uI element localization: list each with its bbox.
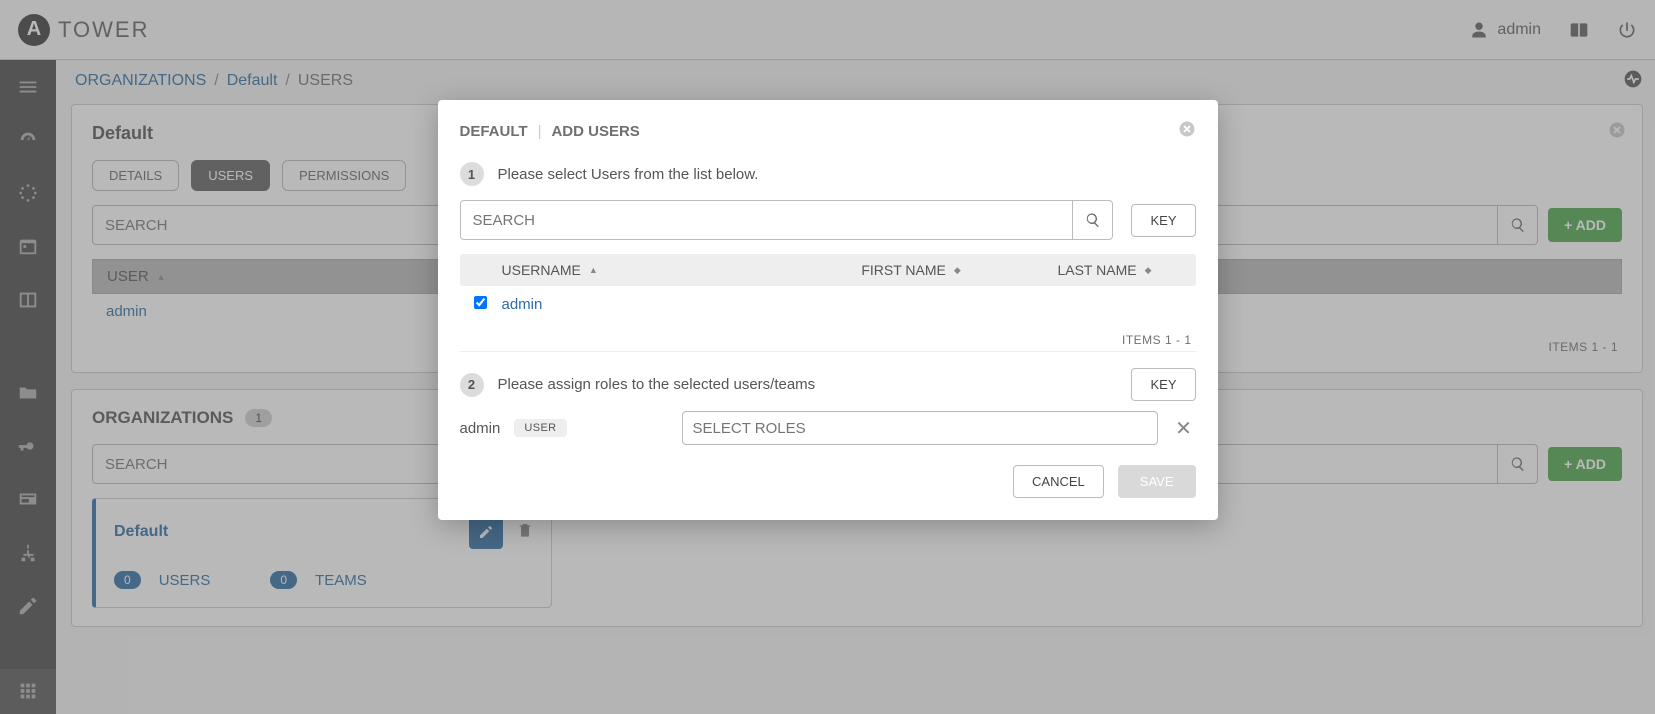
search-icon[interactable] [1072, 201, 1112, 239]
step-2-badge: 2 [460, 373, 484, 397]
key-button-1[interactable]: KEY [1131, 204, 1195, 237]
assign-row: admin USER ✕ [460, 411, 1196, 445]
sort-icon: ◆ [954, 265, 961, 276]
modal-crumb-1: DEFAULT [460, 123, 528, 140]
remove-user-icon[interactable]: ✕ [1172, 416, 1196, 441]
modal-close-icon[interactable] [1178, 120, 1196, 142]
sort-icon: ◆ [1145, 265, 1152, 276]
modal-crumb-divider: | [538, 123, 542, 140]
col-first-name[interactable]: FIRST NAME◆ [777, 262, 991, 278]
step-1-badge: 1 [460, 162, 484, 186]
modal-user-link[interactable]: admin [502, 296, 543, 313]
table-row: admin [460, 286, 1196, 323]
modal-crumb-2: ADD USERS [551, 123, 639, 140]
cancel-button[interactable]: CANCEL [1013, 465, 1104, 498]
assign-user-name: admin [460, 420, 501, 437]
save-button[interactable]: SAVE [1118, 465, 1196, 498]
user-checkbox[interactable] [474, 296, 487, 309]
col-username[interactable]: USERNAME▲ [502, 262, 778, 278]
col-last-name[interactable]: LAST NAME◆ [991, 262, 1182, 278]
step-2-text: Please assign roles to the selected user… [498, 376, 816, 393]
modal-search[interactable] [460, 200, 1114, 240]
user-tag: USER [514, 419, 566, 437]
add-users-modal: DEFAULT | ADD USERS 1 Please select User… [438, 100, 1218, 520]
sort-up-icon: ▲ [589, 265, 598, 275]
modal-items-count: ITEMS 1 - 1 [460, 323, 1196, 347]
key-button-2[interactable]: KEY [1131, 368, 1195, 401]
modal-table-header: USERNAME▲ FIRST NAME◆ LAST NAME◆ [460, 254, 1196, 286]
step-1-text: Please select Users from the list below. [498, 166, 759, 183]
select-roles-input[interactable] [682, 411, 1158, 445]
modal-search-input[interactable] [461, 201, 1073, 239]
